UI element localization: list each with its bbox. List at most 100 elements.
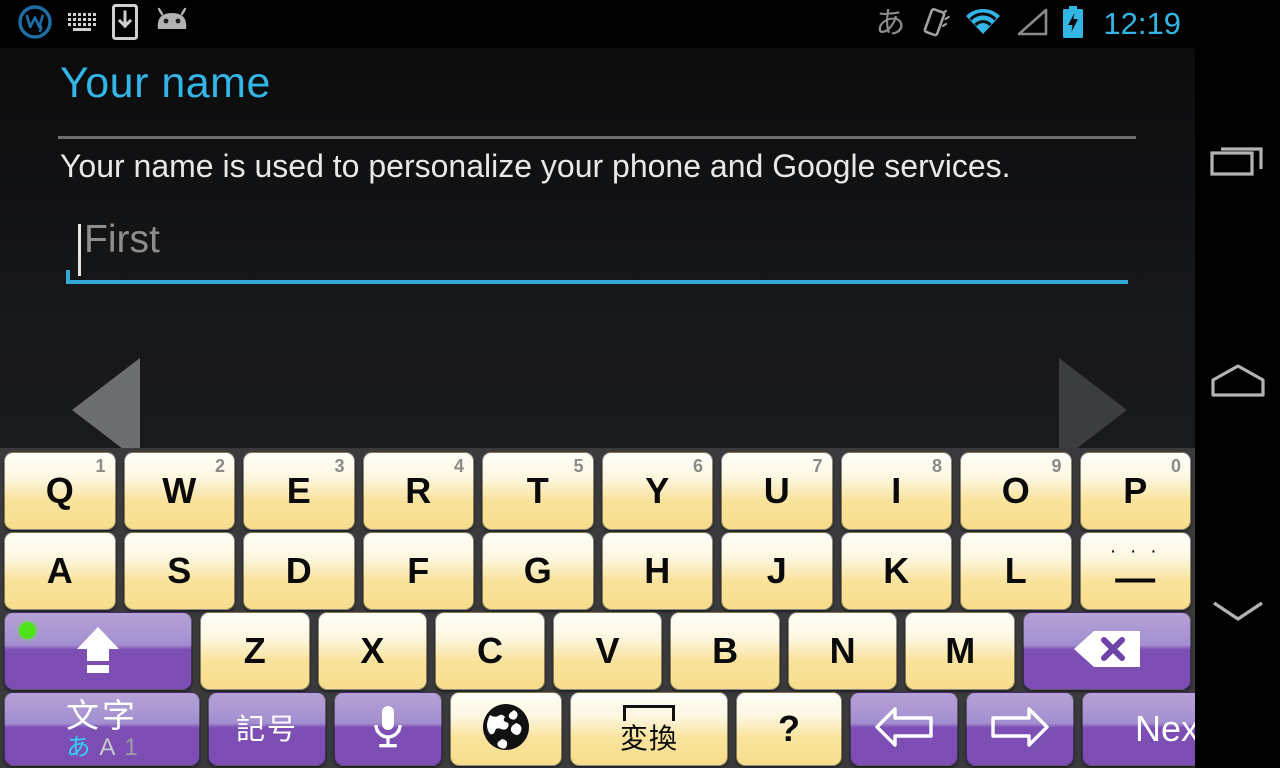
symbols-key-label: 記号: [235, 711, 298, 746]
key-a[interactable]: A: [4, 532, 116, 610]
cursor-right-key[interactable]: [966, 692, 1074, 766]
setup-wizard-content: Your name Your name is used to personali…: [0, 48, 1195, 448]
key-u-label: U: [763, 470, 790, 511]
wifi-icon: [963, 7, 1003, 42]
shift-key[interactable]: [4, 612, 192, 690]
hide-keyboard-button[interactable]: [1195, 580, 1280, 646]
key-o-label: O: [1001, 470, 1030, 511]
backspace-key[interactable]: [1023, 612, 1192, 690]
key-b-label: B: [712, 630, 739, 671]
key-m-label: M: [945, 630, 976, 671]
key-r[interactable]: 4R: [362, 452, 474, 530]
back-triangle-icon: [72, 358, 140, 448]
status-bar: あ 12:19: [0, 0, 1195, 48]
key-c[interactable]: C: [435, 612, 545, 690]
previous-button[interactable]: [60, 344, 170, 448]
key-w[interactable]: 2W: [123, 452, 235, 530]
key-z-label: Z: [243, 630, 266, 671]
key-t-number: 5: [573, 456, 584, 476]
key-q[interactable]: 1Q: [4, 452, 116, 530]
key-v[interactable]: V: [552, 612, 663, 690]
key-b[interactable]: B: [670, 612, 780, 690]
voice-input-key[interactable]: [334, 692, 442, 766]
key-p[interactable]: 0P: [1079, 452, 1191, 530]
key-n[interactable]: N: [787, 612, 898, 690]
ime-mode-key[interactable]: 文字 あ A 1: [4, 692, 200, 766]
ime-mode-alpha: A: [99, 733, 116, 761]
battery-charging-icon: [1061, 5, 1085, 44]
keyboard-row-2: A S D F G H J K L · · · —: [0, 532, 1195, 610]
status-bar-notifications: [0, 3, 192, 45]
key-k[interactable]: K: [840, 532, 952, 610]
page-title: Your name: [60, 59, 271, 107]
key-e-label: E: [286, 470, 311, 511]
key-y-number: 6: [692, 456, 703, 476]
key-w-label: W: [162, 470, 197, 511]
page-description: Your name is used to personalize your ph…: [60, 148, 1011, 184]
key-t[interactable]: 5T: [482, 452, 594, 530]
keyboard-row-3: Z X C V B N M: [0, 612, 1195, 690]
recents-icon: [1209, 139, 1267, 184]
android-head-icon: [152, 7, 192, 42]
key-a-label: A: [46, 550, 73, 591]
key-r-number: 4: [453, 456, 464, 476]
cellular-signal-icon: [1015, 7, 1049, 42]
space-convert-key[interactable]: 変換: [570, 692, 728, 766]
key-i[interactable]: 8I: [840, 452, 952, 530]
hide-keyboard-chevron-icon: [1209, 597, 1267, 630]
cursor-left-key[interactable]: [850, 692, 958, 766]
key-f[interactable]: F: [362, 532, 474, 610]
key-e-number: 3: [334, 456, 345, 476]
key-x[interactable]: X: [317, 612, 428, 690]
recents-button[interactable]: [1195, 128, 1280, 194]
key-n-label: N: [829, 630, 856, 671]
language-switch-key[interactable]: [450, 692, 562, 766]
microphone-icon: [370, 703, 406, 756]
key-i-label: I: [891, 470, 902, 511]
key-p-label: P: [1123, 470, 1148, 511]
ime-mode-numeric: 1: [124, 733, 138, 761]
key-o-number: 9: [1051, 456, 1062, 476]
key-s[interactable]: S: [123, 532, 235, 610]
next-button[interactable]: [1029, 344, 1139, 448]
home-icon: [1209, 362, 1267, 405]
key-l[interactable]: L: [960, 532, 1072, 610]
status-bar-system-icons: あ 12:19: [875, 5, 1195, 44]
key-dash-label: —: [1115, 556, 1156, 600]
key-d-label: D: [285, 550, 312, 591]
key-o[interactable]: 9O: [960, 452, 1072, 530]
key-d[interactable]: D: [243, 532, 355, 610]
key-i-number: 8: [931, 456, 942, 476]
key-m[interactable]: M: [905, 612, 1016, 690]
key-c-label: C: [476, 630, 503, 671]
ime-mode-kana: あ: [66, 732, 91, 761]
vibrate-icon: [917, 5, 951, 44]
key-y[interactable]: 6Y: [601, 452, 713, 530]
key-r-label: R: [405, 470, 432, 511]
first-name-input[interactable]: First: [66, 218, 1128, 288]
symbols-key[interactable]: 記号: [208, 692, 326, 766]
screen-root: あ 12:19 Your name Your name is used to p…: [0, 0, 1280, 768]
arrow-right-icon: [989, 705, 1051, 754]
key-z[interactable]: Z: [200, 612, 310, 690]
ime-mode-label: 文字: [66, 695, 138, 735]
key-ellipsis-label: · · ·: [1109, 540, 1161, 562]
key-l-label: L: [1004, 550, 1027, 591]
home-button[interactable]: [1195, 350, 1280, 416]
key-x-label: X: [360, 630, 385, 671]
system-navigation-bar: [1195, 0, 1280, 768]
key-dash-ellipsis[interactable]: · · · —: [1079, 532, 1191, 610]
download-to-phone-icon: [112, 3, 138, 45]
convert-label: 変換: [619, 722, 678, 755]
key-h[interactable]: H: [601, 532, 713, 610]
key-g[interactable]: G: [482, 532, 594, 610]
title-divider: [58, 136, 1136, 139]
key-j-label: J: [766, 550, 787, 591]
key-j[interactable]: J: [721, 532, 833, 610]
key-g-label: G: [523, 550, 552, 591]
key-e[interactable]: 3E: [243, 452, 355, 530]
forward-triangle-icon: [1059, 358, 1127, 448]
key-u[interactable]: 7U: [721, 452, 833, 530]
caps-lock-led-icon: [19, 622, 36, 639]
question-mark-key[interactable]: ?: [736, 692, 842, 766]
